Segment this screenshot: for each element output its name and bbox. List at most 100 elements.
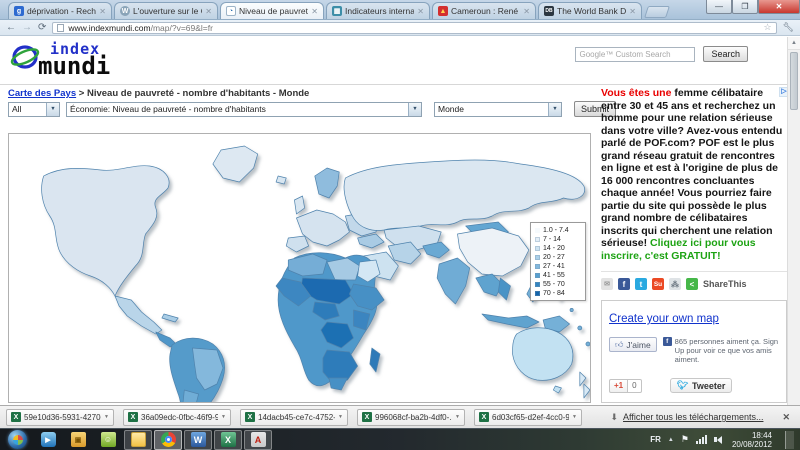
legend-label: 7 - 14 bbox=[543, 236, 561, 243]
category-select[interactable]: All▼ bbox=[8, 102, 60, 117]
forward-button[interactable]: → bbox=[22, 23, 32, 33]
more-share-icon[interactable]: ⁂ bbox=[669, 278, 681, 290]
tab-close-icon[interactable]: ✕ bbox=[629, 7, 636, 16]
indicators-favicon-icon: ▦ bbox=[332, 6, 342, 16]
indexmundi-logo[interactable]: index mundi bbox=[10, 40, 110, 76]
taskbar-messenger[interactable]: ☺ bbox=[94, 430, 122, 450]
download-item[interactable]: X 59e10d36-5931-4270-....xls ▼ bbox=[6, 409, 114, 426]
thumbs-up-icon: 👍︎ bbox=[615, 340, 623, 350]
taskbar-clock[interactable]: 18:44 20/08/2012 bbox=[732, 431, 772, 449]
create-map-link[interactable]: Create your own map bbox=[609, 313, 719, 325]
bookmark-star-icon[interactable]: ☆ bbox=[763, 22, 771, 33]
chevron-down-icon[interactable]: ▼ bbox=[455, 414, 460, 420]
taskbar-explorer[interactable] bbox=[124, 430, 152, 450]
download-arrow-icon: ⬇ bbox=[611, 412, 619, 423]
settings-wrench-icon[interactable]: 🔧︎ bbox=[783, 22, 794, 33]
network-signal-icon[interactable] bbox=[696, 435, 707, 444]
word-icon: W bbox=[191, 432, 206, 447]
download-item[interactable]: X 6d03cf65-d2ef-4cc0-9....xls ▼ bbox=[474, 409, 582, 426]
page-scrollbar[interactable]: ▲ bbox=[787, 37, 800, 405]
start-button[interactable] bbox=[8, 430, 27, 449]
email-share-icon[interactable]: ✉ bbox=[601, 278, 613, 290]
download-item[interactable]: X 36a09edc-0fbc-46f9-9....xls ▼ bbox=[123, 409, 231, 426]
media-player-icon: ▶ bbox=[41, 432, 56, 447]
browser-tab[interactable]: ▲ Cameroun : René Emmanu ✕ bbox=[432, 2, 536, 19]
cameroun-favicon-icon: ▲ bbox=[438, 6, 448, 16]
download-item[interactable]: X 14dacb45-ce7c-4752-....xls ▼ bbox=[240, 409, 348, 426]
tab-close-icon[interactable]: ✕ bbox=[99, 7, 106, 16]
taskbar-media-player[interactable]: ▶ bbox=[34, 430, 62, 450]
excel-file-icon: X bbox=[245, 412, 255, 422]
chevron-down-icon[interactable]: ▼ bbox=[104, 414, 109, 420]
hidden-icons-arrow-icon[interactable]: ▲ bbox=[668, 437, 674, 443]
indicator-select[interactable]: Économie: Niveau de pauvreté - nombre d'… bbox=[66, 102, 422, 117]
maximize-button[interactable]: ❐ bbox=[732, 0, 758, 14]
sharethis-label: ShareThis bbox=[703, 279, 747, 289]
tweet-button[interactable]: 🐦︎ Tweeter bbox=[670, 378, 733, 393]
search-input[interactable] bbox=[575, 47, 695, 62]
facebook-share-icon[interactable]: f bbox=[618, 278, 630, 290]
close-shelf-icon[interactable]: ✕ bbox=[782, 412, 790, 423]
address-bar[interactable]: www.indexmundi.com/map/?v=69&l=fr ☆ bbox=[52, 22, 776, 34]
tab-title: Niveau de pauvreté - nom bbox=[239, 6, 308, 16]
ad-body-text: femme célibataire entre 30 et 45 ans et … bbox=[601, 87, 782, 249]
legend-swatch bbox=[535, 255, 540, 260]
legend-label: 27 - 41 bbox=[543, 263, 565, 270]
legend-label: 70 - 84 bbox=[543, 290, 565, 297]
legend-swatch bbox=[535, 282, 540, 287]
chevron-down-icon[interactable]: ▼ bbox=[572, 414, 577, 420]
taskbar-photo-gallery[interactable]: ▣ bbox=[64, 430, 92, 450]
excel-icon: X bbox=[221, 432, 236, 447]
region-select[interactable]: Monde▼ bbox=[434, 102, 562, 117]
browser-tab[interactable]: ▦ Indicateurs internationaux ✕ bbox=[326, 2, 430, 19]
world-map-panel[interactable]: 1.0 - 7.4 7 - 14 14 - 20 20 - 27 27 - 41… bbox=[8, 133, 591, 403]
advertisement[interactable]: ▷ Vous êtes une femme célibataire entre … bbox=[601, 87, 787, 262]
windows-taskbar: ▶ ▣ ☺ W X A FR ▲ ⚑ 18:44 20/08/2012 bbox=[0, 428, 800, 450]
taskbar-word[interactable]: W bbox=[184, 430, 212, 450]
site-favicon-icon: W bbox=[120, 6, 130, 16]
tab-close-icon[interactable]: ✕ bbox=[523, 7, 530, 16]
taskbar-excel[interactable]: X bbox=[214, 430, 242, 450]
twitter-share-icon[interactable]: t bbox=[635, 278, 647, 290]
tab-title: Cameroun : René Emmanu bbox=[451, 6, 520, 16]
new-tab-button[interactable] bbox=[644, 6, 670, 18]
browser-tab[interactable]: g déprivation - Recherche Go ✕ bbox=[8, 2, 112, 19]
legend-swatch bbox=[535, 273, 540, 278]
reload-button[interactable]: ⟳ bbox=[38, 23, 46, 33]
chevron-down-icon[interactable]: ▼ bbox=[338, 414, 343, 420]
browser-tab-active[interactable]: ◔ Niveau de pauvreté - nom ✕ bbox=[220, 2, 324, 19]
taskbar-chrome[interactable] bbox=[154, 430, 182, 450]
filter-bar: All▼ Économie: Niveau de pauvreté - nomb… bbox=[8, 101, 616, 117]
tab-close-icon[interactable]: ✕ bbox=[417, 7, 424, 16]
scrollbar-thumb[interactable] bbox=[790, 52, 798, 110]
tab-close-icon[interactable]: ✕ bbox=[311, 7, 318, 16]
sharethis-icon[interactable]: < bbox=[686, 278, 698, 290]
chrome-icon bbox=[161, 432, 176, 447]
show-all-downloads[interactable]: ⬇ Afficher tous les téléchargements... bbox=[611, 412, 764, 423]
legend-swatch bbox=[535, 291, 540, 296]
stumbleupon-share-icon[interactable]: Su bbox=[652, 278, 664, 290]
minimize-button[interactable]: — bbox=[706, 0, 732, 14]
close-window-button[interactable]: ✕ bbox=[758, 0, 800, 14]
taskbar-acrobat[interactable]: A bbox=[244, 430, 272, 450]
breadcrumb-link[interactable]: Carte des Pays bbox=[8, 88, 76, 99]
tab-close-icon[interactable]: ✕ bbox=[205, 7, 212, 16]
browser-tab[interactable]: DB The World Bank Databank ✕ bbox=[538, 2, 642, 19]
action-center-flag-icon[interactable]: ⚑ bbox=[681, 434, 689, 445]
search-button[interactable]: Search bbox=[703, 46, 748, 62]
facebook-like-button[interactable]: 👍︎ J'aime bbox=[609, 337, 657, 352]
messenger-icon: ☺ bbox=[101, 432, 116, 447]
photo-gallery-icon: ▣ bbox=[71, 432, 86, 447]
back-button[interactable]: ← bbox=[6, 23, 16, 33]
facebook-like-text: f 865 personnes aiment ça. Sign Up pour … bbox=[663, 337, 779, 364]
google-plus-one-button[interactable]: +10 bbox=[609, 379, 642, 393]
social-share-bar: ✉ f t Su ⁂ < ShareThis bbox=[601, 271, 787, 290]
scroll-up-arrow-icon[interactable]: ▲ bbox=[788, 37, 800, 50]
browser-tab[interactable]: W L'ouverture sur le Camerou ✕ bbox=[114, 2, 218, 19]
chevron-down-icon[interactable]: ▼ bbox=[221, 414, 226, 420]
volume-icon[interactable] bbox=[714, 436, 722, 444]
chevron-down-icon: ▼ bbox=[46, 103, 59, 116]
download-item[interactable]: X 996068cf-ba2b-4df0-....xls ▼ bbox=[357, 409, 465, 426]
language-indicator[interactable]: FR bbox=[650, 435, 661, 444]
show-desktop-button[interactable] bbox=[785, 431, 794, 449]
